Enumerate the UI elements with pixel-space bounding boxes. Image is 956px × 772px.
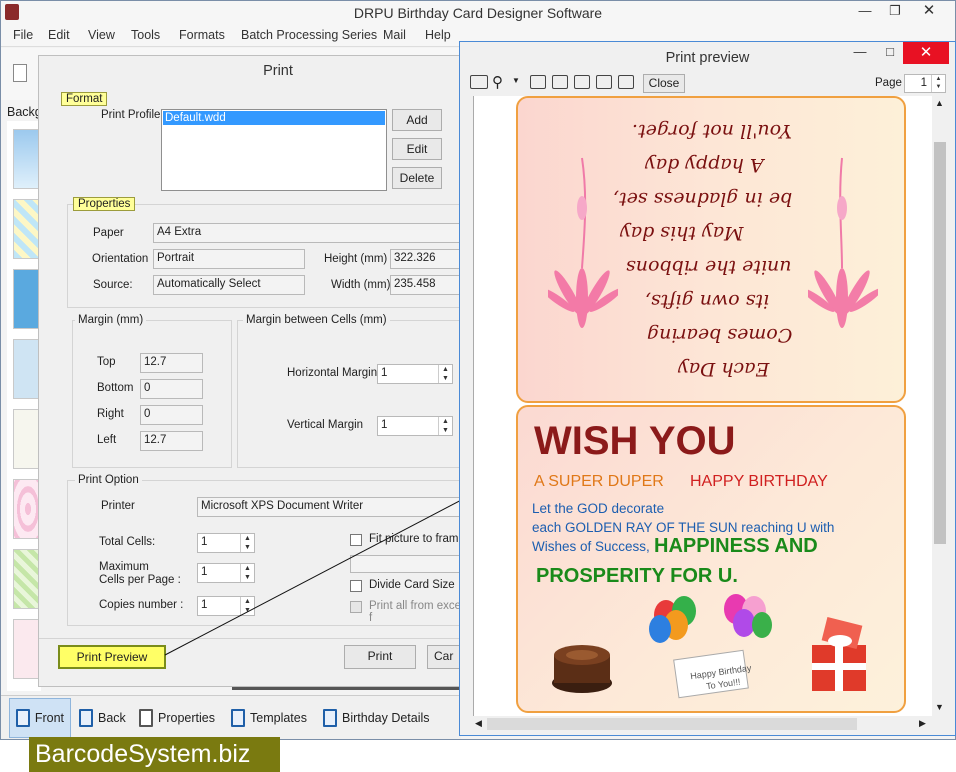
one-page-icon[interactable]	[530, 75, 546, 89]
preview-horizontal-scrollbar[interactable]: ◀ ▶	[473, 716, 932, 732]
card-headline: WISH YOU	[534, 419, 736, 463]
scroll-thumb[interactable]	[487, 718, 857, 730]
preview-maximize-button[interactable]: □	[876, 42, 904, 62]
verse-line: You'll not forget.	[632, 120, 792, 142]
scroll-left-icon[interactable]: ◀	[475, 718, 482, 729]
spinner-arrows-icon[interactable]: ▲ ▼	[931, 75, 945, 92]
preview-close-button[interactable]: Close	[643, 74, 685, 93]
preview-close-icon[interactable]: ✕	[903, 42, 949, 64]
flower-left-icon	[548, 157, 618, 328]
preview-toolbar: ⚲ ▼ Close Page 1 ▲ ▼	[466, 72, 950, 96]
printer-icon[interactable]	[470, 75, 488, 89]
card-line1: Let the GOD decorate	[532, 501, 665, 516]
page-label: Page	[875, 77, 902, 89]
scroll-right-icon[interactable]: ▶	[919, 718, 926, 729]
verse-line: Comes bearing	[646, 324, 792, 346]
preview-title-bar: Print preview — □ ✕	[460, 42, 955, 72]
zoom-icon[interactable]: ⚲	[492, 73, 503, 91]
page-value: 1	[920, 77, 927, 89]
chevron-down-icon[interactable]: ▼	[512, 76, 520, 85]
verse-line: Each Day	[677, 358, 769, 380]
card-happy-birthday: HAPPY BIRTHDAY	[690, 473, 828, 490]
four-pages-icon[interactable]	[596, 75, 612, 89]
scroll-down-icon[interactable]: ▼	[935, 702, 944, 712]
card-inside-panel: You'll not forget. A happy day be in gla…	[516, 96, 906, 403]
verse-line: A happy day	[645, 154, 764, 176]
card-line2: each GOLDEN RAY OF THE SUN reaching U wi…	[532, 520, 835, 535]
verse-line: be in gladness set,	[612, 188, 792, 210]
card-line3a: Wishes of Success,	[532, 539, 650, 554]
page-spinner[interactable]: 1 ▲ ▼	[904, 74, 946, 93]
gift-icon	[812, 617, 866, 691]
card-line3b: HAPPINESS AND	[654, 535, 818, 557]
verse-line: unite the ribbons	[626, 256, 792, 278]
scroll-up-icon[interactable]: ▲	[935, 98, 944, 108]
two-pages-icon[interactable]	[552, 75, 568, 89]
footer-badge: BarcodeSystem.biz	[29, 737, 280, 772]
preview-vertical-scrollbar[interactable]: ▲ ▼	[932, 96, 948, 716]
three-pages-icon[interactable]	[574, 75, 590, 89]
cake-icon	[552, 645, 612, 693]
six-pages-icon[interactable]	[618, 75, 634, 89]
print-preview-window: Print preview — □ ✕ ⚲ ▼ Close Page 1 ▲▼	[459, 41, 956, 736]
card-super-duper: A SUPER DUPER	[534, 473, 664, 490]
preview-minimize-button[interactable]: —	[846, 42, 874, 62]
verse-line: May this day	[620, 222, 744, 244]
preview-page-area: You'll not forget. A happy day be in gla…	[473, 96, 932, 716]
card-front-panel: WISH YOU A SUPER DUPER HAPPY BIRTHDAY Le…	[516, 405, 906, 713]
scroll-thumb[interactable]	[934, 142, 946, 544]
card-line4: PROSPERITY FOR U.	[536, 565, 738, 587]
verse-line: its own gifts,	[644, 290, 769, 312]
flower-right-icon	[808, 157, 878, 328]
